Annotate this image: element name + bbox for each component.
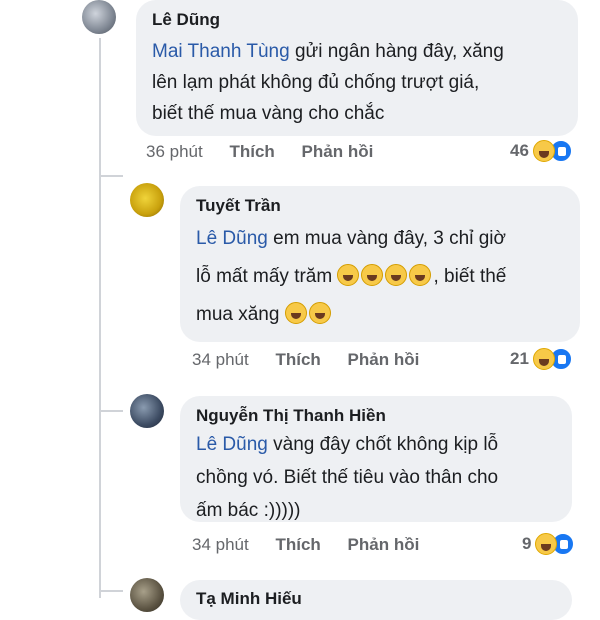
haha-emoji-icon [532, 348, 555, 370]
comment-author[interactable]: Lê Dũng [152, 10, 562, 30]
avatar[interactable] [130, 394, 164, 428]
comment-bubble: Tạ Minh Hiếu [180, 580, 572, 620]
avatar[interactable] [82, 0, 116, 34]
avatar[interactable] [130, 183, 164, 217]
comment-bubble: Nguyễn Thị Thanh Hiền Lê Dũng vàng đây c… [180, 396, 572, 522]
comment-time[interactable]: 34 phút [192, 535, 249, 554]
comment-bubble: Tuyết Trần Lê Dũng em mua vàng đây, 3 ch… [180, 186, 580, 342]
thread-line [99, 410, 123, 412]
mention-link[interactable]: Lê Dũng [196, 434, 268, 455]
comment-bubble: Lê Dũng Mai Thanh Tùng gửi ngân hàng đây… [136, 0, 578, 136]
comment-author[interactable]: Nguyễn Thị Thanh Hiền [196, 406, 556, 426]
avatar[interactable] [130, 578, 164, 612]
reply-button[interactable]: Phản hồi [348, 350, 420, 369]
laughing-emoji-icon [308, 302, 331, 324]
comment-actions: 34 phút Thích Phản hồi [192, 535, 441, 555]
laughing-emoji-icon [409, 264, 432, 286]
laughing-emoji-icon [361, 264, 384, 286]
reaction-summary[interactable]: 9 [522, 533, 575, 555]
comment-author[interactable]: Tạ Minh Hiếu [196, 589, 556, 609]
comment-text: Lê Dũng em mua vàng đây, 3 chỉ giờ lỗ mấ… [196, 228, 507, 325]
reaction-summary[interactable]: 46 [510, 140, 572, 162]
comment-author[interactable]: Tuyết Trần [196, 196, 564, 216]
comment-time[interactable]: 34 phút [192, 350, 249, 369]
haha-emoji-icon [532, 140, 555, 162]
like-button[interactable]: Thích [229, 142, 274, 161]
thread-line [99, 175, 123, 177]
mention-link[interactable]: Lê Dũng [196, 228, 268, 249]
laughing-emoji-icon [385, 264, 408, 286]
reaction-count: 46 [510, 141, 529, 160]
comment-text: Mai Thanh Tùng gửi ngân hàng đây, xăng l… [152, 41, 504, 124]
comment-actions: 34 phút Thích Phản hồi [192, 350, 441, 370]
reaction-count: 21 [510, 349, 529, 368]
reaction-summary[interactable]: 21 [510, 348, 572, 370]
comment-text: Lê Dũng vàng đây chốt không kịp lỗ chồng… [196, 434, 499, 521]
reply-button[interactable]: Phản hồi [302, 142, 374, 161]
like-button[interactable]: Thích [275, 350, 320, 369]
comment-time[interactable]: 36 phút [146, 142, 203, 161]
laughing-emoji-icon [337, 264, 360, 286]
reaction-count: 9 [522, 534, 532, 553]
thread-line [99, 590, 123, 592]
mention-link[interactable]: Mai Thanh Tùng [152, 41, 290, 62]
laughing-emoji-icon [284, 302, 307, 324]
like-button[interactable]: Thích [275, 535, 320, 554]
comment-actions: 36 phút Thích Phản hồi [146, 142, 395, 162]
reply-button[interactable]: Phản hồi [348, 535, 420, 554]
thread-line [99, 38, 101, 598]
